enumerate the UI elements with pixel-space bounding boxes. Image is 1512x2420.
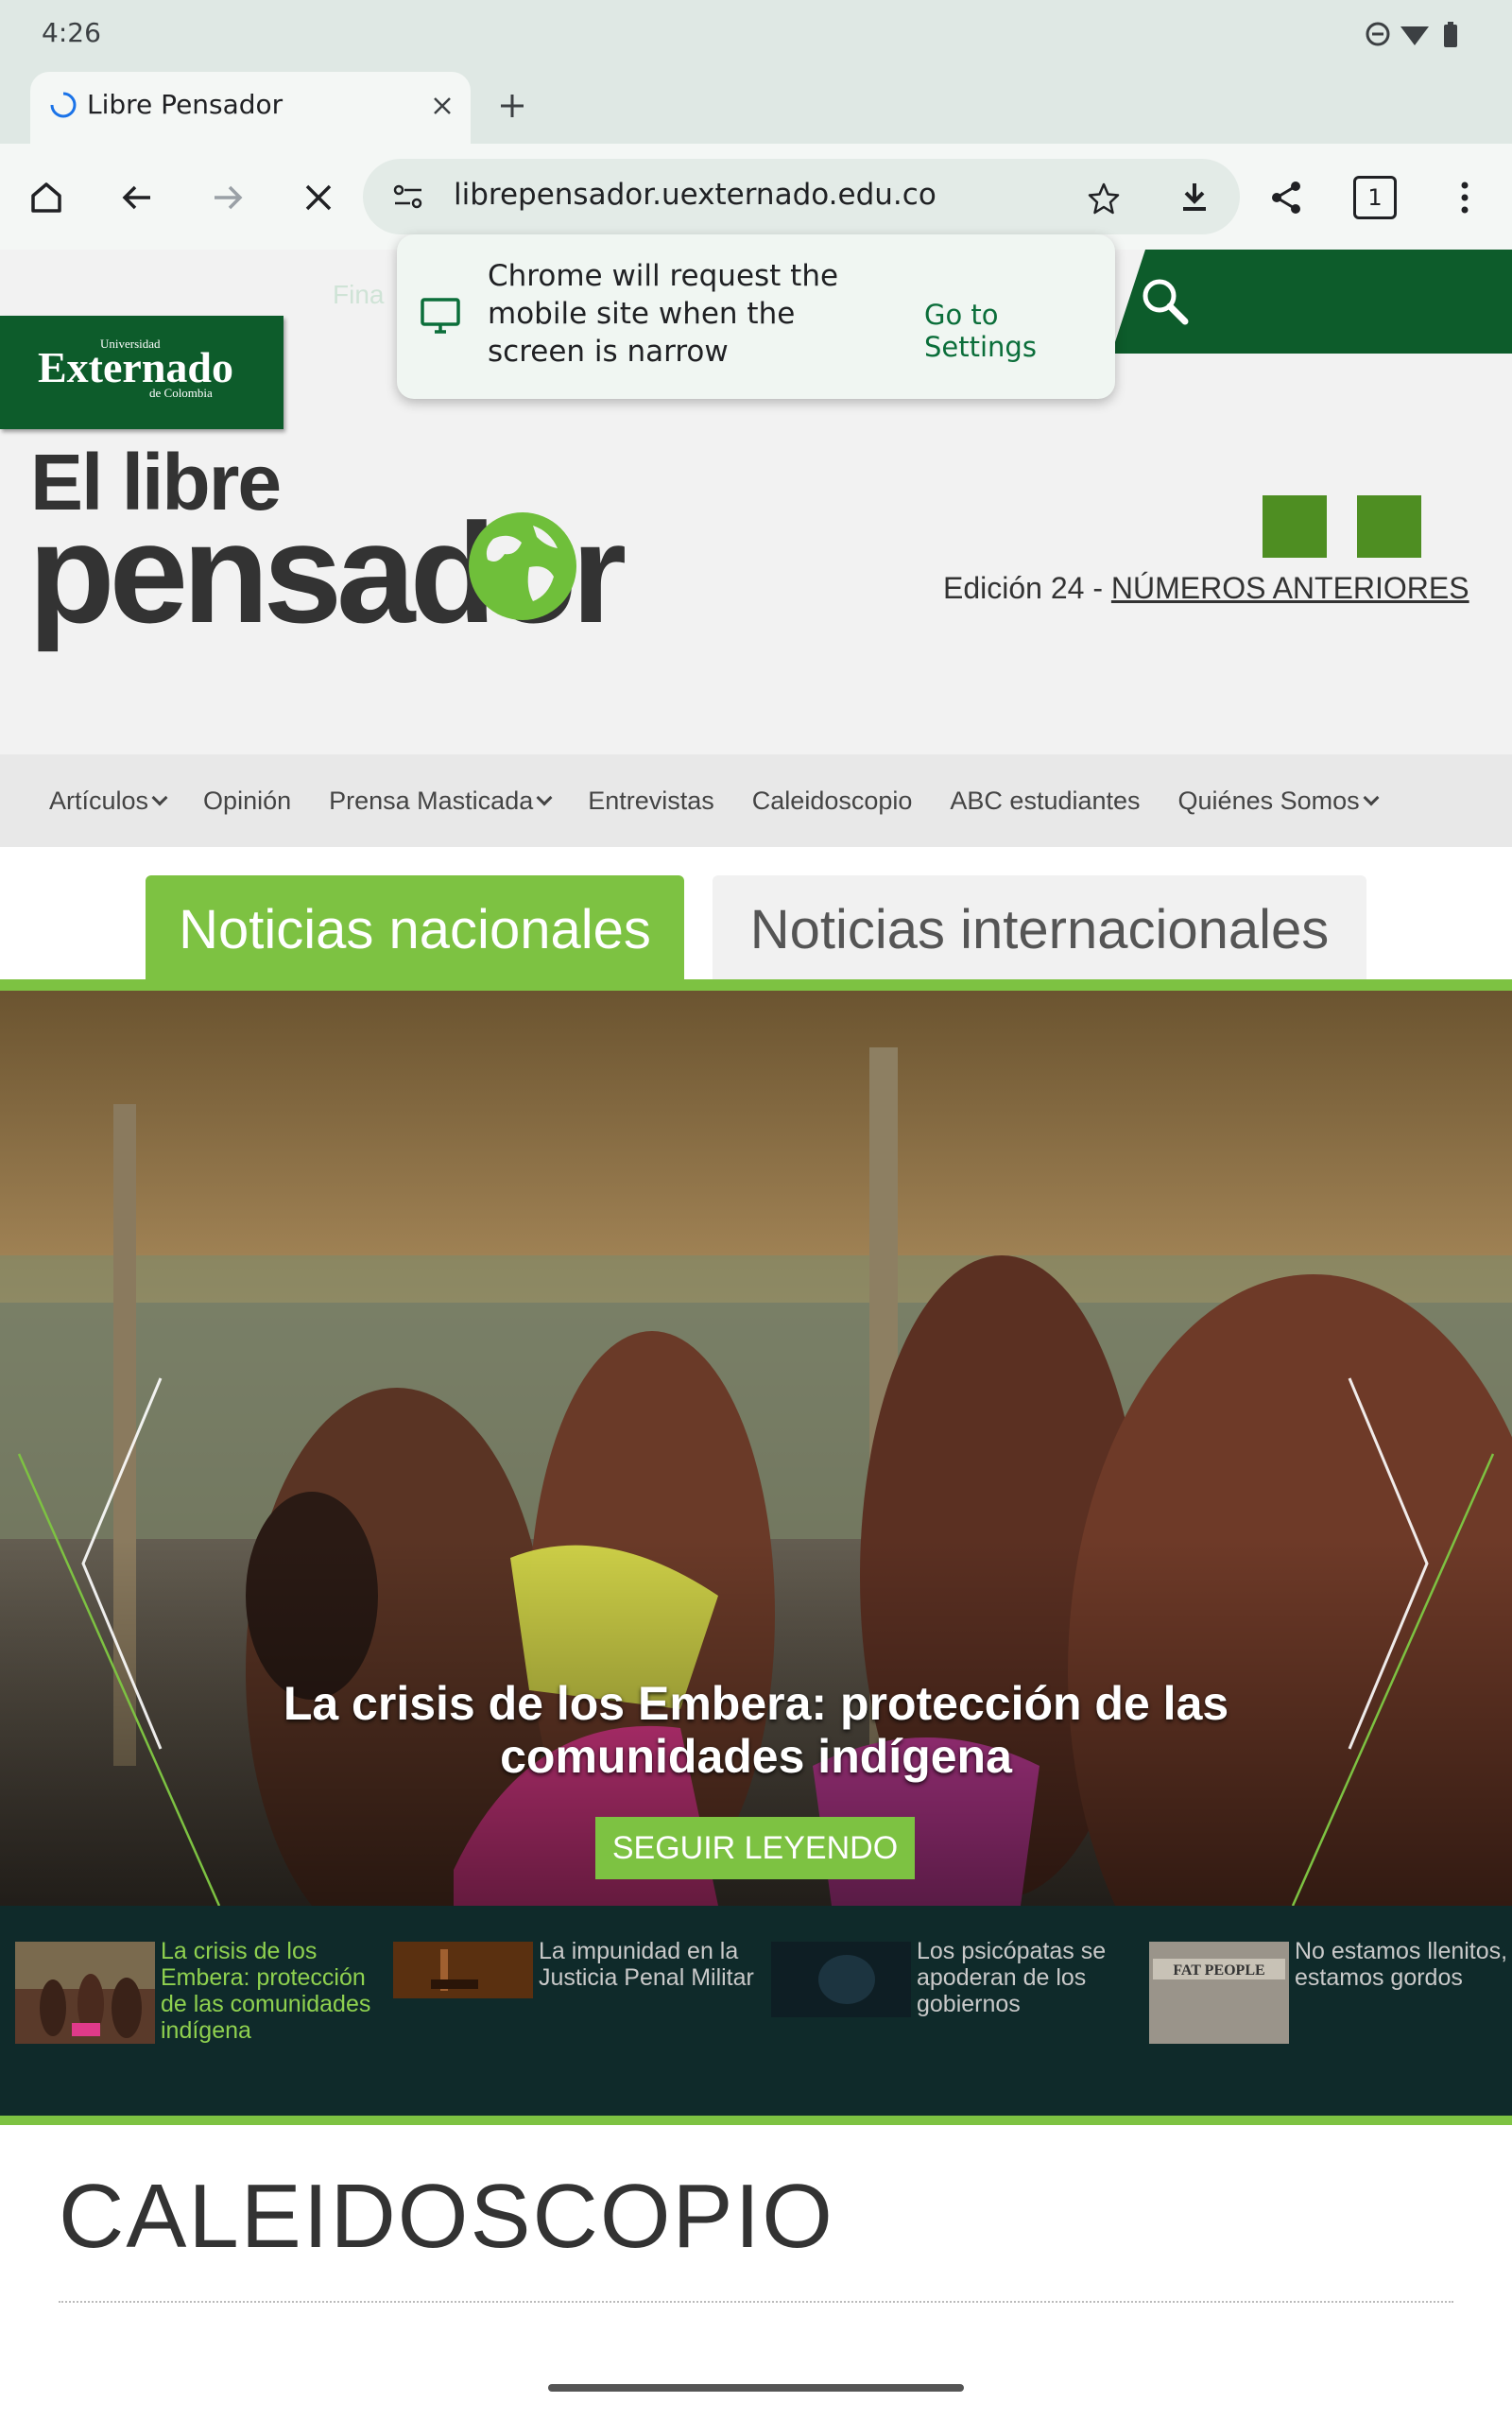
strip-underline [0, 2116, 1512, 2125]
nav-item-quienes-somos[interactable]: Quiénes Somos [1178, 786, 1380, 816]
nav-item-articulos[interactable]: Artículos [49, 786, 168, 816]
close-tab-icon[interactable] [423, 87, 461, 125]
new-tab-icon[interactable] [491, 85, 533, 127]
tab-title: Libre Pensador [87, 89, 284, 120]
chevron-down-icon [151, 789, 168, 806]
stop-loading-icon[interactable] [295, 174, 342, 221]
logo-small-bottom: de Colombia [149, 386, 213, 400]
status-time: 4:26 [42, 17, 101, 48]
social-square-1[interactable] [1263, 495, 1327, 558]
nav-item-abc-estudiantes[interactable]: ABC estudiantes [950, 786, 1140, 816]
header-faded-text: Fina [333, 280, 385, 309]
status-icons [1363, 19, 1476, 49]
tab-switcher-button[interactable]: 1 [1353, 176, 1397, 219]
social-square-2[interactable] [1357, 495, 1421, 558]
main-nav: Artículos Opinión Prensa Masticada Entre… [0, 754, 1512, 847]
section-divider [59, 2301, 1453, 2303]
edition-label: Edición 24 - [943, 571, 1111, 605]
chevron-down-icon [536, 789, 553, 806]
thumb-image-1[interactable] [15, 1942, 155, 2044]
externado-logo[interactable]: Universidad Externado de Colombia [0, 316, 284, 429]
nav-item-prensa-masticada[interactable]: Prensa Masticada [329, 786, 553, 816]
thumb-title-3[interactable]: Los psicópatas se apoderan de los gobier… [917, 1938, 1134, 2017]
thumb-title-1[interactable]: La crisis de los Embera: protección de l… [161, 1938, 378, 2044]
more-menu-icon[interactable] [1446, 174, 1484, 221]
thumb-image-3[interactable] [771, 1942, 911, 2017]
thumb-image-text: FAT PEOPLE [1173, 1962, 1264, 1979]
globe-icon [467, 510, 578, 622]
do-not-disturb-icon [1366, 22, 1390, 46]
tab-noticias-internacionales[interactable]: Noticias internacionales [713, 875, 1366, 983]
tab-underline [0, 979, 1512, 991]
section-title: CALEIDOSCOPIO [59, 2166, 834, 2267]
thumb-image-2[interactable] [393, 1942, 533, 1998]
search-icon[interactable] [1134, 270, 1194, 331]
thumb-title-4[interactable]: No estamos llenitos, estamos gordos [1295, 1938, 1512, 1991]
home-icon[interactable] [23, 174, 70, 221]
desktop-icon [420, 295, 461, 337]
go-to-settings-button[interactable]: Go to Settings [924, 299, 1115, 363]
status-bar [0, 0, 1512, 68]
popup-message: Chrome will request the mobile site when… [488, 259, 839, 369]
forward-icon[interactable] [204, 174, 251, 221]
battery-icon [1444, 22, 1457, 47]
nav-item-entrevistas[interactable]: Entrevistas [588, 786, 714, 816]
share-icon[interactable] [1263, 174, 1310, 221]
bookmark-star-icon[interactable] [1083, 178, 1125, 219]
back-icon[interactable] [113, 174, 161, 221]
chevron-down-icon [1363, 789, 1380, 806]
thumb-title-2[interactable]: La impunidad en la Justicia Penal Milita… [539, 1938, 756, 1991]
hero-title[interactable]: La crisis de los Embera: protección de l… [189, 1677, 1323, 1783]
url-text[interactable]: librepensador.uexternado.edu.co [454, 178, 936, 212]
site-settings-icon[interactable] [387, 178, 429, 216]
previous-issues-link[interactable]: NÚMEROS ANTERIORES [1111, 571, 1469, 605]
seguir-leyendo-button[interactable]: SEGUIR LEYENDO [595, 1817, 915, 1879]
request-mobile-site-popup: Chrome will request the mobile site when… [397, 234, 1115, 399]
wifi-icon [1400, 26, 1429, 45]
edition-info: Edición 24 - NÚMEROS ANTERIORES [943, 571, 1469, 606]
tab-noticias-nacionales[interactable]: Noticias nacionales [146, 875, 684, 983]
gesture-home-bar[interactable] [548, 2384, 964, 2392]
thumb-image-4[interactable]: FAT PEOPLE [1149, 1942, 1289, 2044]
loading-spinner-icon [49, 91, 77, 119]
nav-item-caleidoscopio[interactable]: Caleidoscopio [752, 786, 913, 816]
nav-item-opinion[interactable]: Opinión [203, 786, 291, 816]
download-icon[interactable] [1174, 176, 1215, 217]
